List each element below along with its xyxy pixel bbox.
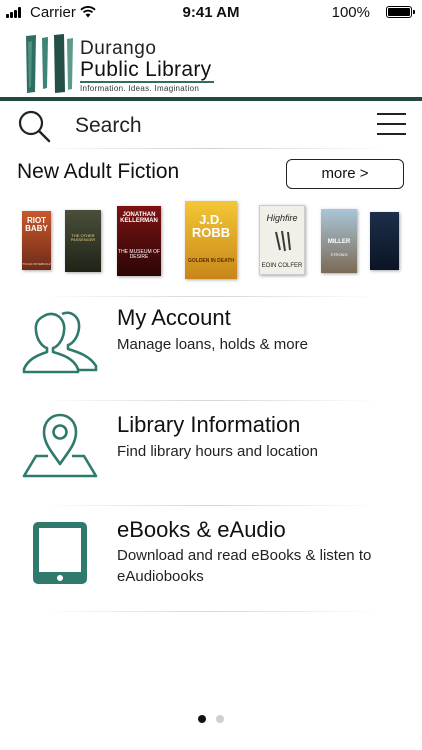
- menu-item-title: My Account: [117, 305, 231, 330]
- menu-item-subtitle: Manage loans, holds & more: [117, 336, 308, 353]
- book-cover-author: JONATHAN KELLERMAN: [120, 212, 158, 224]
- tablet-icon: [33, 522, 87, 584]
- book-cover-author: MILLER: [327, 239, 351, 245]
- claw-marks-icon: [275, 230, 291, 252]
- search-divider: [30, 148, 390, 149]
- menu-item-ebooks-eaudio[interactable]: eBooks & eAudio Download and read eBooks…: [0, 509, 422, 613]
- book-cover-title: STRONG: [330, 252, 348, 257]
- book-cover[interactable]: RIOT BABY TOCHI ONYEBUCHI: [22, 211, 51, 270]
- menu-item-my-account[interactable]: My Account Manage loans, holds & more: [0, 300, 422, 400]
- logo-underline: [80, 81, 214, 83]
- section-divider: [40, 400, 380, 401]
- user-account-icon: [22, 311, 98, 374]
- book-cover-author: TOCHI ONYEBUCHI: [22, 262, 51, 266]
- book-cover-title: GOLDEN IN DEATH: [187, 258, 235, 264]
- app-header: Durango Public Library Information. Idea…: [0, 26, 422, 98]
- book-cover[interactable]: THE OTHER PASSENGER: [65, 210, 101, 272]
- menu-item-subtitle: Find library hours and location: [117, 443, 318, 460]
- library-logo-icon: [26, 34, 73, 93]
- book-cover-title: THE MUSEUM OF DESIRE: [118, 249, 160, 260]
- book-cover-author: J.D. ROBB: [191, 212, 231, 240]
- book-cover[interactable]: JONATHAN KELLERMAN THE MUSEUM OF DESIRE: [117, 206, 161, 276]
- hamburger-menu-icon[interactable]: [377, 113, 406, 136]
- book-cover-title: THE OTHER PASSENGER: [70, 233, 96, 242]
- search-bar[interactable]: Search: [0, 104, 422, 148]
- section-divider: [40, 611, 380, 612]
- page-dot[interactable]: [216, 715, 225, 723]
- map-pin-icon: [22, 413, 98, 478]
- section-title-new-fiction: New Adult Fiction: [17, 160, 180, 183]
- book-cover[interactable]: MILLER STRONG: [321, 209, 357, 273]
- section-divider: [40, 296, 380, 297]
- header-divider: [0, 97, 422, 101]
- menu-item-title: Library Information: [117, 412, 301, 437]
- section-divider: [40, 505, 380, 506]
- menu-item-library-information[interactable]: Library Information Find library hours a…: [0, 404, 422, 504]
- book-cover[interactable]: [370, 212, 399, 270]
- book-carousel[interactable]: RIOT BABY TOCHI ONYEBUCHI THE OTHER PASS…: [0, 196, 422, 286]
- search-icon[interactable]: [17, 109, 51, 143]
- menu-item-subtitle: Download and read eBooks & listen to eAu…: [117, 547, 372, 585]
- logo-title-line1: Durango: [80, 38, 157, 59]
- book-cover[interactable]: Highfire EOIN COLFER: [259, 205, 305, 275]
- search-label[interactable]: Search: [75, 114, 142, 138]
- battery-percent: 100%: [331, 4, 370, 21]
- battery-icon: [386, 6, 415, 18]
- page-dot-active[interactable]: [197, 715, 206, 723]
- status-bar: Carrier 9:41 AM 100%: [0, 0, 422, 24]
- book-cover-title: Highfire: [266, 213, 298, 223]
- menu-item-title: eBooks & eAudio: [117, 517, 286, 542]
- book-cover[interactable]: J.D. ROBB GOLDEN IN DEATH: [185, 201, 237, 279]
- page-indicator[interactable]: [0, 710, 422, 728]
- book-cover-title: RIOT BABY: [25, 216, 48, 233]
- logo-tagline: Information. Ideas. Imagination: [80, 84, 200, 93]
- logo-title-line2: Public Library: [80, 58, 212, 81]
- more-button[interactable]: more >: [286, 159, 404, 189]
- book-cover-author: EOIN COLFER: [261, 263, 303, 269]
